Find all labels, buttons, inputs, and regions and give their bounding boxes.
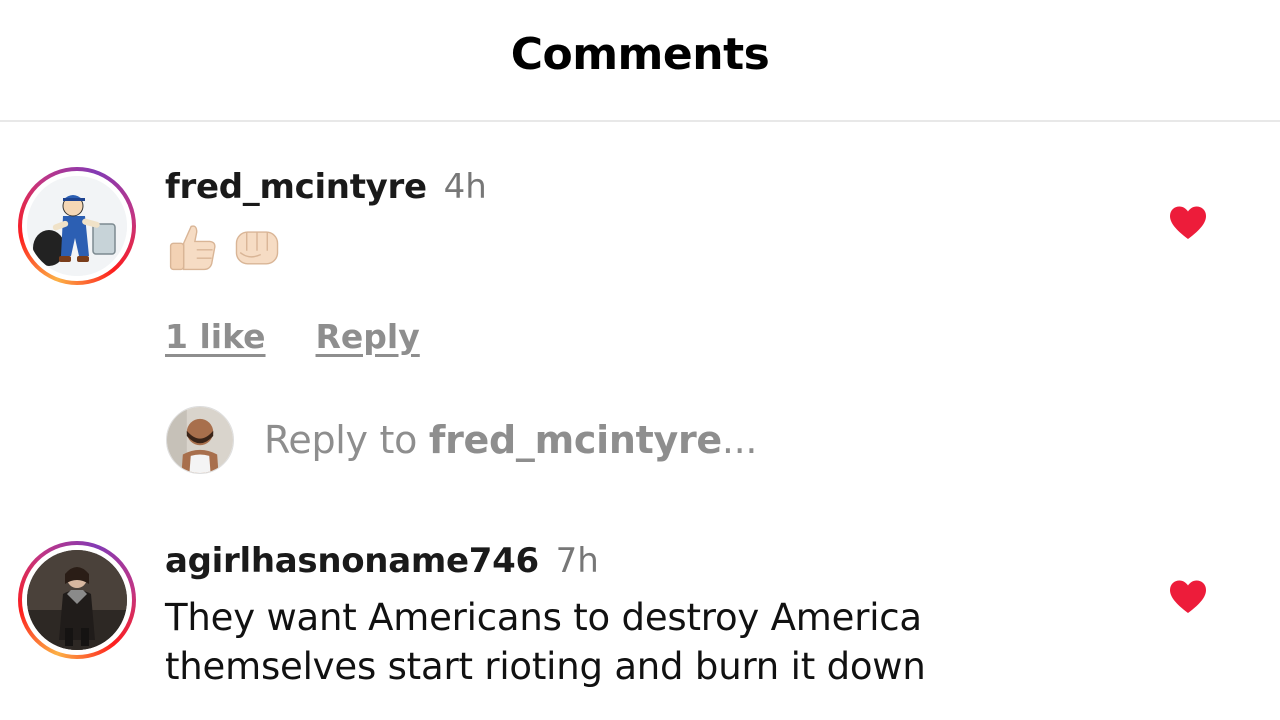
game-character-avatar-icon [27,550,127,650]
reply-input-placeholder[interactable]: Reply to fred_mcintyre... [264,418,758,462]
avatar[interactable] [18,167,136,285]
likes-count-link[interactable]: 1 like [165,317,266,356]
reply-button[interactable]: Reply [316,317,420,356]
comment-timestamp: 4h [443,167,487,207]
reply-suffix: ... [721,418,758,462]
reply-composer[interactable]: Reply to fred_mcintyre... [166,405,758,475]
reply-prefix: Reply to [264,418,429,462]
comment-timestamp: 7h [555,541,599,581]
current-user-avatar [166,406,234,474]
comment-text: They want Americans to destroy America t… [165,596,926,688]
fist-emoji-icon [235,231,279,265]
user-photo-avatar-icon [167,407,233,473]
cartoon-plumber-avatar-icon [27,176,127,276]
comment-header: fred_mcintyre 4h [165,167,1145,207]
comment-text [165,217,1145,277]
avatar[interactable] [18,541,136,659]
page-title: Comments [510,28,770,80]
reply-target-user: fred_mcintyre [428,418,722,462]
heart-like-icon[interactable] [1168,205,1208,241]
header: Comments [0,0,1280,122]
comments-screen: Comments fred_mcintyre 4h 1 like Reply R… [0,0,1280,720]
heart-like-icon[interactable] [1168,579,1208,615]
comment-actions: 1 like Reply [165,317,1145,356]
comment-username[interactable]: fred_mcintyre [165,167,427,207]
thumbs-up-emoji-icon [169,225,216,271]
comment-username[interactable]: agirlhasnoname746 [165,541,539,581]
comment-header: agirlhasnoname746 7h [165,541,1145,581]
